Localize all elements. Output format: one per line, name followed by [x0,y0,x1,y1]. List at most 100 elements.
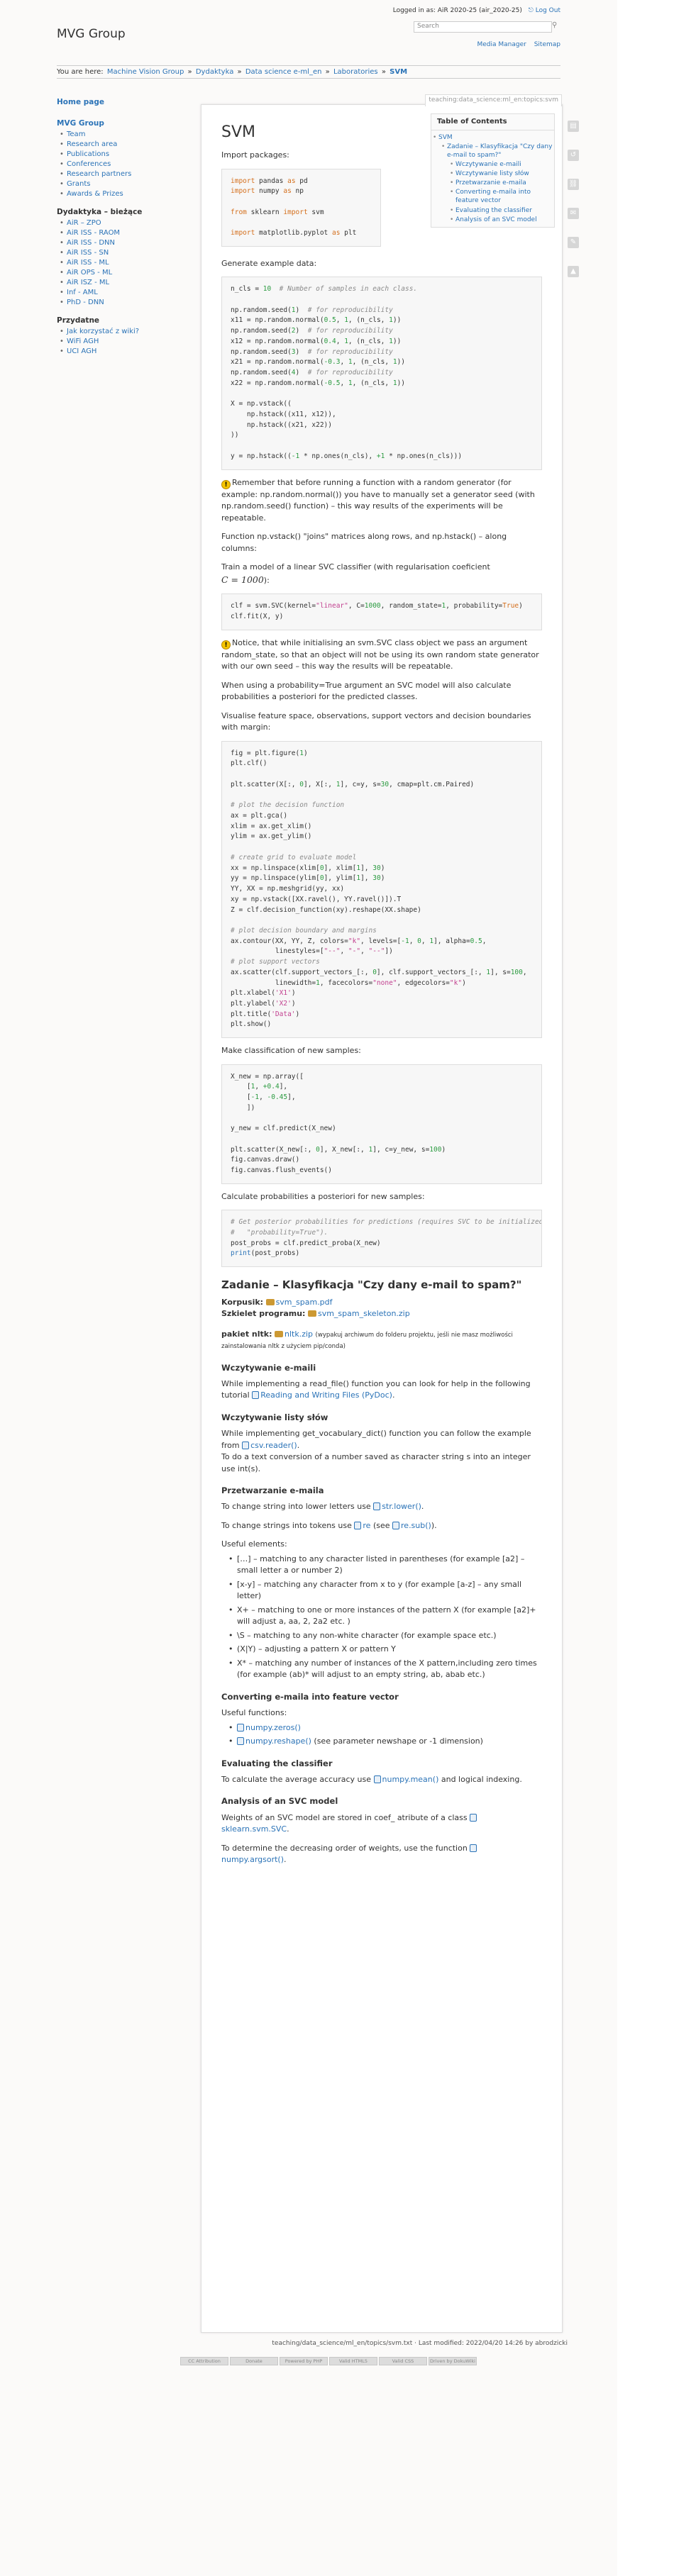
sidebar-item: Grants [60,180,184,188]
back-to-top-icon[interactable]: ▲ [568,266,579,277]
sidebar-helpful-list: Jak korzystać z wiki? WiFi AGH UCI AGH [57,328,184,355]
sidebar-item: AiR ISZ - ML [60,279,184,286]
breadcrumb-item[interactable]: Laboratories [333,68,378,76]
nltk-file-link[interactable]: nltk.zip [275,1329,313,1339]
old-revisions-icon[interactable]: ↺ [568,150,579,161]
search-icon[interactable]: ⚲ [552,21,560,33]
sidebar-home-link[interactable]: Home page [57,98,104,106]
wiki-page: MVG Group Logged in as: AiR 2020-25 (air… [0,0,617,2576]
toc-link[interactable]: Przetwarzanie e-maila [455,179,526,186]
skeleton-file-link[interactable]: svm_spam_skeleton.zip [307,1309,410,1318]
toc-link[interactable]: Analysis of an SVC model [455,216,537,223]
sidebar-link[interactable]: UCI AGH [67,347,96,355]
toc-title[interactable]: Table of Contents [431,114,554,130]
csv-reader-link[interactable]: csv.reader() [242,1441,297,1450]
doc-icon [470,1844,477,1852]
doc-icon [354,1521,362,1529]
numpy-zeros-link[interactable]: numpy.zeros() [237,1723,301,1732]
sidebar-item: AiR ISS - SN [60,249,184,257]
logout-label: Log Out [535,7,560,14]
sidebar-item: WiFi AGH [60,338,184,345]
toc-link[interactable]: Converting e-maila into feature vector [455,189,531,204]
pydoc-link[interactable]: Reading and Writing Files (PyDoc) [252,1390,392,1400]
toc-link[interactable]: SVM [438,134,453,141]
sidebar-link[interactable]: Publications [67,150,109,158]
sidebar-link[interactable]: Research partners [67,170,131,178]
paragraph: Weights of an SVC model are stored in co… [221,1812,542,1836]
str-lower-link[interactable]: str.lower() [373,1502,421,1511]
dokuwiki-badge[interactable]: Driven by DokuWiki [429,2357,477,2365]
sidebar-link[interactable]: AiR OPS - ML [67,269,112,277]
doc-icon [237,1737,244,1746]
table-of-contents: Table of Contents SVM Zadanie – Klasyfik… [431,113,555,228]
list-item: [x-y] – matching any character from x to… [228,1579,542,1602]
sidebar-item: AiR ISS - DNN [60,239,184,247]
toc-link[interactable]: Wczytywanie listy słów [455,170,529,177]
breadcrumb-current[interactable]: SVM [390,68,407,76]
subscribe-icon[interactable]: ✉ [568,208,579,219]
paragraph: To determine the decreasing order of wei… [221,1843,542,1866]
sidebar-link[interactable]: AiR ISS - SN [67,249,109,257]
css-badge[interactable]: Valid CSS [379,2357,427,2365]
sidebar-link[interactable]: AiR ISS - RAOM [67,229,120,237]
sidebar-link[interactable]: Awards & Prizes [67,190,123,198]
search-input[interactable]: Search [414,21,552,33]
skeleton-line: Szkielet programu: svm_spam_skeleton.zip [221,1309,410,1319]
paragraph: To calculate the average accuracy use nu… [221,1774,522,1784]
re-link[interactable]: re [354,1521,370,1530]
sidebar-item: AiR ISS - ML [60,259,184,267]
numpy-mean-link[interactable]: numpy.mean() [373,1775,438,1784]
cc-badge[interactable]: CC Attribution [180,2357,228,2365]
nltk-line: pakiet nltk: nltk.zip (wypakuj archiwum … [221,1329,513,1351]
file-icon [307,1310,316,1317]
paragraph: While implementing a read_file() functio… [221,1378,531,1400]
sidebar: Home page MVG Group Team Research area P… [57,98,184,365]
paragraph: Calculate probabilities a posteriori for… [221,1191,425,1201]
sidebar-item: Inf - AML [60,289,184,296]
site-title-link[interactable]: MVG Group [57,27,126,41]
paragraph: Visualise feature space, observations, s… [221,710,531,732]
sidebar-item: PhD - DNN [60,299,184,306]
section-heading: Wczytywanie listy słów [221,1412,328,1422]
sidebar-link[interactable]: Inf - AML [67,289,98,296]
sidebar-link[interactable]: Conferences [67,160,111,168]
html5-badge[interactable]: Valid HTML5 [329,2357,377,2365]
php-badge[interactable]: Powered by PHP [280,2357,328,2365]
numpy-reshape-link[interactable]: numpy.reshape() [237,1736,311,1746]
sidebar-didactics-list: AiR – ZPO AiR ISS - RAOM AiR ISS - DNN A… [57,219,184,306]
sidebar-link[interactable]: Team [67,130,85,138]
doc-icon [242,1441,250,1449]
doc-icon [373,1502,381,1511]
sidebar-link[interactable]: AiR – ZPO [67,219,101,227]
sidebar-link[interactable]: AiR ISZ - ML [67,279,109,286]
toc-link[interactable]: Zadanie – Klasyfikacja "Czy dany e-mail … [447,143,552,159]
sidebar-link[interactable]: AiR ISS - ML [67,259,109,267]
toc-link[interactable]: Wczytywanie e-maili [455,161,521,168]
backlinks-icon[interactable]: ⛓ [568,179,579,190]
re-sub-link[interactable]: re.sub() [392,1521,431,1530]
sidebar-link[interactable]: Grants [67,180,90,188]
corpus-file-link[interactable]: svm_spam.pdf [265,1298,333,1307]
show-source-icon[interactable]: ▤ [568,121,579,132]
sidebar-item: Publications [60,150,184,158]
sidebar-link[interactable]: AiR ISS - DNN [67,239,115,247]
rename-icon[interactable]: ✎ [568,237,579,248]
sitemap-link[interactable]: Sitemap [534,41,560,48]
toc-link[interactable]: Evaluating the classifier [455,207,532,214]
right-margin [617,0,674,2576]
breadcrumb-item[interactable]: Dydaktyka [196,68,233,76]
page-path: teaching:data_science:ml_en:topics:svm [425,94,562,106]
logout-link[interactable]: ⎋ Log Out [529,7,560,14]
media-manager-link[interactable]: Media Manager [477,41,526,48]
sidebar-link[interactable]: Jak korzystać z wiki? [67,328,139,335]
section-heading: Zadanie – Klasyfikacja "Czy dany e-mail … [221,1278,522,1292]
divider [57,65,560,66]
breadcrumb-item[interactable]: Data science e-ml_en [245,68,322,76]
sidebar-link[interactable]: WiFi AGH [67,338,99,345]
breadcrumb-item[interactable]: Machine Vision Group [107,68,184,76]
sidebar-group-link[interactable]: MVG Group [57,119,104,128]
file-icon [265,1298,275,1305]
donate-badge[interactable]: Donate [230,2357,278,2365]
sidebar-link[interactable]: Research area [67,140,117,148]
sidebar-link[interactable]: PhD - DNN [67,299,104,306]
